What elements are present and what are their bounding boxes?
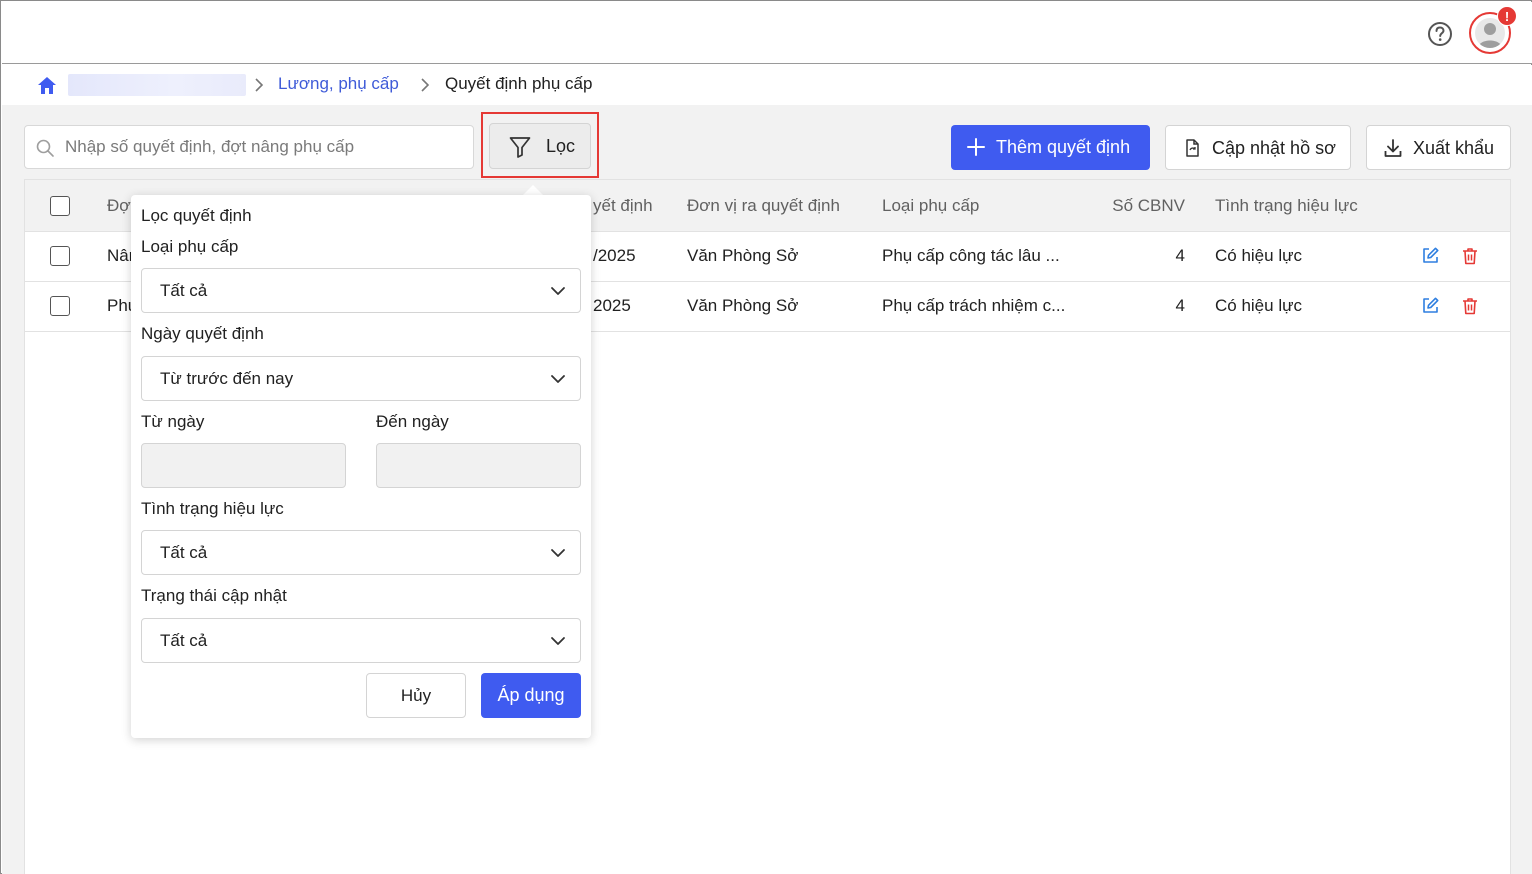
notification-badge: ! (1497, 6, 1517, 26)
add-decision-label: Thêm quyết định (996, 137, 1131, 157)
add-decision-button[interactable]: Thêm quyết định (951, 125, 1150, 170)
from-date-input[interactable] (141, 443, 346, 488)
column-header-validity[interactable]: Tình trạng hiệu lực (1215, 196, 1358, 216)
row-checkbox[interactable] (50, 296, 70, 316)
download-icon (1384, 139, 1402, 157)
cell-issuing-unit: Văn Phòng Sở (687, 246, 799, 265)
to-date-input[interactable] (376, 443, 581, 488)
trash-icon[interactable] (1460, 246, 1480, 266)
breadcrumb-item-redacted[interactable] (68, 74, 246, 96)
apply-button[interactable]: Áp dụng (481, 673, 581, 718)
filter-button-label: Lọc (546, 136, 576, 156)
edit-icon[interactable] (1420, 296, 1440, 316)
column-header-decision-date[interactable]: yết định (593, 196, 653, 216)
update-status-select[interactable]: Tất cả (141, 618, 581, 663)
filter-popover: Lọc quyết định Loại phụ cấp Tất cả Ngày … (131, 195, 591, 738)
cell-validity: Có hiệu lực (1215, 246, 1302, 265)
update-status-label: Trạng thái cập nhật (141, 586, 287, 605)
row-checkbox[interactable] (50, 246, 70, 266)
cell-allowance-type: Phụ cấp trách nhiệm c... (882, 296, 1066, 315)
app-window: ! Lương, phụ cấp Quyết định phụ cấp Nhập… (0, 0, 1532, 874)
validity-label: Tình trạng hiệu lực (141, 499, 284, 518)
validity-value: Tất cả (160, 543, 208, 562)
plus-icon (967, 138, 985, 156)
chevron-right-icon (421, 78, 430, 92)
update-profile-label: Cập nhật hồ sơ (1212, 138, 1336, 158)
allowance-type-label: Loại phụ cấp (141, 237, 239, 256)
update-profile-button[interactable]: Cập nhật hồ sơ (1165, 125, 1351, 170)
export-button[interactable]: Xuất khẩu (1366, 125, 1511, 170)
search-box (24, 125, 474, 169)
edit-icon[interactable] (1420, 246, 1440, 266)
chevron-down-icon (551, 287, 565, 295)
cell-decision-date: 2025 (593, 296, 631, 315)
chevron-down-icon (551, 375, 565, 383)
breadcrumb-link-allowance[interactable]: Lương, phụ cấp (278, 74, 399, 94)
top-bar: ! (2, 2, 1532, 64)
chevron-down-icon (551, 637, 565, 645)
select-all-checkbox[interactable] (50, 196, 70, 216)
cell-employee-count: 4 (1175, 246, 1185, 265)
decision-date-value: Từ trước đến nay (160, 369, 294, 388)
column-header-issuing-unit[interactable]: Đơn vị ra quyết định (687, 196, 840, 216)
home-icon[interactable] (36, 75, 58, 97)
cancel-button[interactable]: Hủy (366, 673, 466, 718)
filter-button[interactable]: Lọc (489, 123, 591, 169)
chevron-down-icon (551, 549, 565, 557)
filter-icon (509, 137, 531, 158)
breadcrumb: Lương, phụ cấp Quyết định phụ cấp (2, 65, 1532, 105)
allowance-type-select[interactable]: Tất cả (141, 268, 581, 313)
validity-select[interactable]: Tất cả (141, 530, 581, 575)
cell-allowance-type: Phụ cấp công tác lâu ... (882, 246, 1060, 265)
decision-date-label: Ngày quyết định (141, 324, 264, 343)
search-icon (36, 139, 54, 157)
breadcrumb-current: Quyết định phụ cấp (445, 74, 593, 93)
cell-employee-count: 4 (1175, 296, 1185, 315)
cell-validity: Có hiệu lực (1215, 296, 1302, 315)
column-header-employee-count[interactable]: Số CBNV (1085, 196, 1185, 216)
document-sync-icon (1186, 139, 1199, 157)
allowance-type-value: Tất cả (160, 281, 208, 300)
column-header-allowance-type[interactable]: Loại phụ cấp (882, 196, 979, 216)
decision-date-select[interactable]: Từ trước đến nay (141, 356, 581, 401)
trash-icon[interactable] (1460, 296, 1480, 316)
from-date-label: Từ ngày (141, 412, 205, 431)
cell-decision-date: /2025 (593, 246, 636, 265)
chevron-right-icon (255, 78, 264, 92)
help-icon[interactable] (1427, 21, 1453, 47)
update-status-value: Tất cả (160, 631, 208, 650)
export-label: Xuất khẩu (1413, 138, 1495, 158)
filter-popover-title: Lọc quyết định (141, 206, 252, 225)
to-date-label: Đến ngày (376, 412, 449, 431)
cell-issuing-unit: Văn Phòng Sở (687, 296, 799, 315)
search-input[interactable] (65, 126, 465, 168)
